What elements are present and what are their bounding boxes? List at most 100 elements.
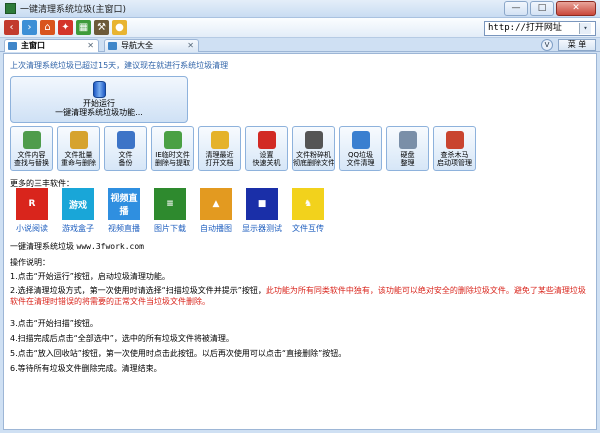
monitor-icon: ■ [246,188,278,220]
maximize-button[interactable]: □ [530,1,554,16]
horse-icon: ♞ [292,188,324,220]
app-monitor-test[interactable]: ■ 显示器测试 [240,188,284,234]
tool-label: 查杀木马 [440,151,469,159]
cleanup-notice: 上次清理系统垃圾已超过15天，建议现在就进行系统垃圾清理 [10,61,229,70]
grid-icon[interactable]: ▦ [76,20,91,35]
backup-icon [116,131,135,149]
tool-sublabel: 快速关机 [252,159,281,167]
title-bar: 一键清理系统垃圾(主窗口) — □ ✕ [0,0,600,18]
tool-sublabel: 查找与替换 [14,159,49,167]
app-label: 自动播图 [200,224,232,233]
instructions-heading: 操作说明： [10,258,50,267]
step-text: 6.等待所有垃圾文件删除完成。清理结束。 [10,364,162,373]
tool-label: 设置 [259,151,274,159]
version-button[interactable]: V [541,39,553,51]
back-icon[interactable]: ‹ [4,20,19,35]
tool-batch-rename[interactable]: 文件批量 重命与删除 [57,126,100,171]
app-auto-slideshow[interactable]: ▲ 自动播图 [194,188,238,234]
folder-icon [210,131,229,149]
tool-label: QQ垃圾 [347,151,374,159]
disk-icon [398,131,417,149]
home-icon[interactable]: ⌂ [40,20,55,35]
tool-find-replace[interactable]: 文件内容 查找与替换 [10,126,53,171]
app-file-transfer[interactable]: ♞ 文件互传 [286,188,330,234]
toolbar: ‹ › ⌂ ✦ ▦ ⚒ ● http://打开网址 ▾ [0,18,600,38]
app-label: 文件互传 [292,224,324,233]
app-game-box[interactable]: 游戏 游戏盒子 [56,188,100,234]
tool-sublabel: 备份 [118,159,133,167]
rename-icon [69,131,88,149]
site-name: 一键清理系统垃圾 [10,242,74,251]
window-controls: — □ ✕ [504,1,596,16]
app-video-live[interactable]: 视频直播 视频直播 [102,188,146,234]
tab-nav-directory[interactable]: 导航大全 ✕ [104,39,199,52]
tool-label: 硬盘 [400,151,415,159]
shop-icon[interactable]: ✦ [58,20,73,35]
tool-label: IE临时文件 [155,151,190,159]
film-icon: ≡ [154,188,186,220]
address-input[interactable]: http://打开网址 ▾ [484,21,596,36]
instruction-step: 4.扫描完成后点击“全部选中”，选中的所有垃圾文件将被清理。 [10,333,590,344]
app-icon [5,3,16,14]
instruction-step: 6.等待所有垃圾文件删除完成。清理结束。 [10,363,590,374]
qq-icon [351,131,370,149]
tool-disk-defrag[interactable]: 硬盘 整理 [386,126,429,171]
tool-file-backup[interactable]: 文件 备份 [104,126,147,171]
step-text: 3.点击“开始扫描”按钮。 [10,319,98,328]
tool-sublabel: 打开文档 [205,159,234,167]
app-label: 游戏盒子 [62,224,94,233]
address-dropdown-icon[interactable]: ▾ [579,23,591,34]
tab-close-icon[interactable]: ✕ [187,40,194,52]
tab-main-window[interactable]: 主窗口 ✕ [4,39,99,52]
step-text: 4.扫描完成后点击“全部选中”，选中的所有垃圾文件将被清理。 [10,334,234,343]
skull-icon [304,131,323,149]
recycle-icon [163,131,182,149]
chat-icon[interactable]: ● [112,20,127,35]
tools-icon[interactable]: ⚒ [94,20,109,35]
step-text: 5.点击“放入回收站”按钮，第一次使用时点击此按钮。以后再次使用可以点击“直接删… [10,349,347,358]
tool-label: 文件内容 [17,151,46,159]
tool-ie-temp[interactable]: IE临时文件 删除与提取 [151,126,194,171]
shield-globe-icon [445,131,464,149]
tool-shutdown[interactable]: 设置 快速关机 [245,126,288,171]
menu-button[interactable]: 菜 单 [558,39,596,51]
globe-tab-icon [108,42,117,50]
app-label: 显示器测试 [242,224,282,233]
picture-icon: ▲ [200,188,232,220]
minimize-button[interactable]: — [504,1,528,16]
video-icon: 视频直播 [108,188,140,220]
app-label: 小说阅读 [16,224,48,233]
tool-label: 文件批量 [64,151,93,159]
app-label: 图片下载 [154,224,186,233]
site-info: 一键清理系统垃圾 www.3fwork.com [10,241,144,252]
tool-recent-docs[interactable]: 清理最近 打开文档 [198,126,241,171]
app-novel-reader[interactable]: R 小说阅读 [10,188,54,234]
instruction-step: 1.点击“开始运行”按钮，启动垃圾清理功能。 [10,271,590,282]
forward-icon[interactable]: › [22,20,37,35]
app-image-download[interactable]: ≡ 图片下载 [148,188,192,234]
site-url[interactable]: www.3fwork.com [77,242,144,251]
tool-sublabel: 重命与删除 [61,159,96,167]
tool-sublabel: 文件清理 [346,159,375,167]
close-button[interactable]: ✕ [556,1,596,16]
instruction-step: 5.点击“放入回收站”按钮，第一次使用时点击此按钮。以后再次使用可以点击“直接删… [10,348,590,359]
window-title: 一键清理系统垃圾(主窗口) [20,5,127,15]
tool-file-shredder[interactable]: 文件粉碎机 彻底删除文件 [292,126,335,171]
tool-trojan-scan[interactable]: 查杀木马 启动项管理 [433,126,476,171]
game-icon: 游戏 [62,188,94,220]
tool-qq-cleanup[interactable]: QQ垃圾 文件清理 [339,126,382,171]
power-icon [257,131,276,149]
tool-sublabel: 删除与提取 [155,159,190,167]
tab-close-icon[interactable]: ✕ [87,40,94,52]
tool-label: 文件粉碎机 [296,151,331,159]
tool-sublabel: 彻底删除文件 [293,159,335,167]
database-icon [92,81,106,98]
start-label: 开始运行 [83,99,115,108]
step-text: 2.选择清理垃圾方式，第一次使用时请选择“扫描垃圾文件并提示”按钮， [10,286,266,295]
start-button[interactable]: 开始运行 一键清理系统垃圾功能... [10,76,188,123]
start-sublabel: 一键清理系统垃圾功能... [55,108,143,117]
main-content: 上次清理系统垃圾已超过15天，建议现在就进行系统垃圾清理 开始运行 一键清理系统… [3,53,597,430]
tool-sublabel: 整理 [400,159,415,167]
tab-label: 导航大全 [121,41,153,50]
address-text: http://打开网址 [488,23,562,33]
